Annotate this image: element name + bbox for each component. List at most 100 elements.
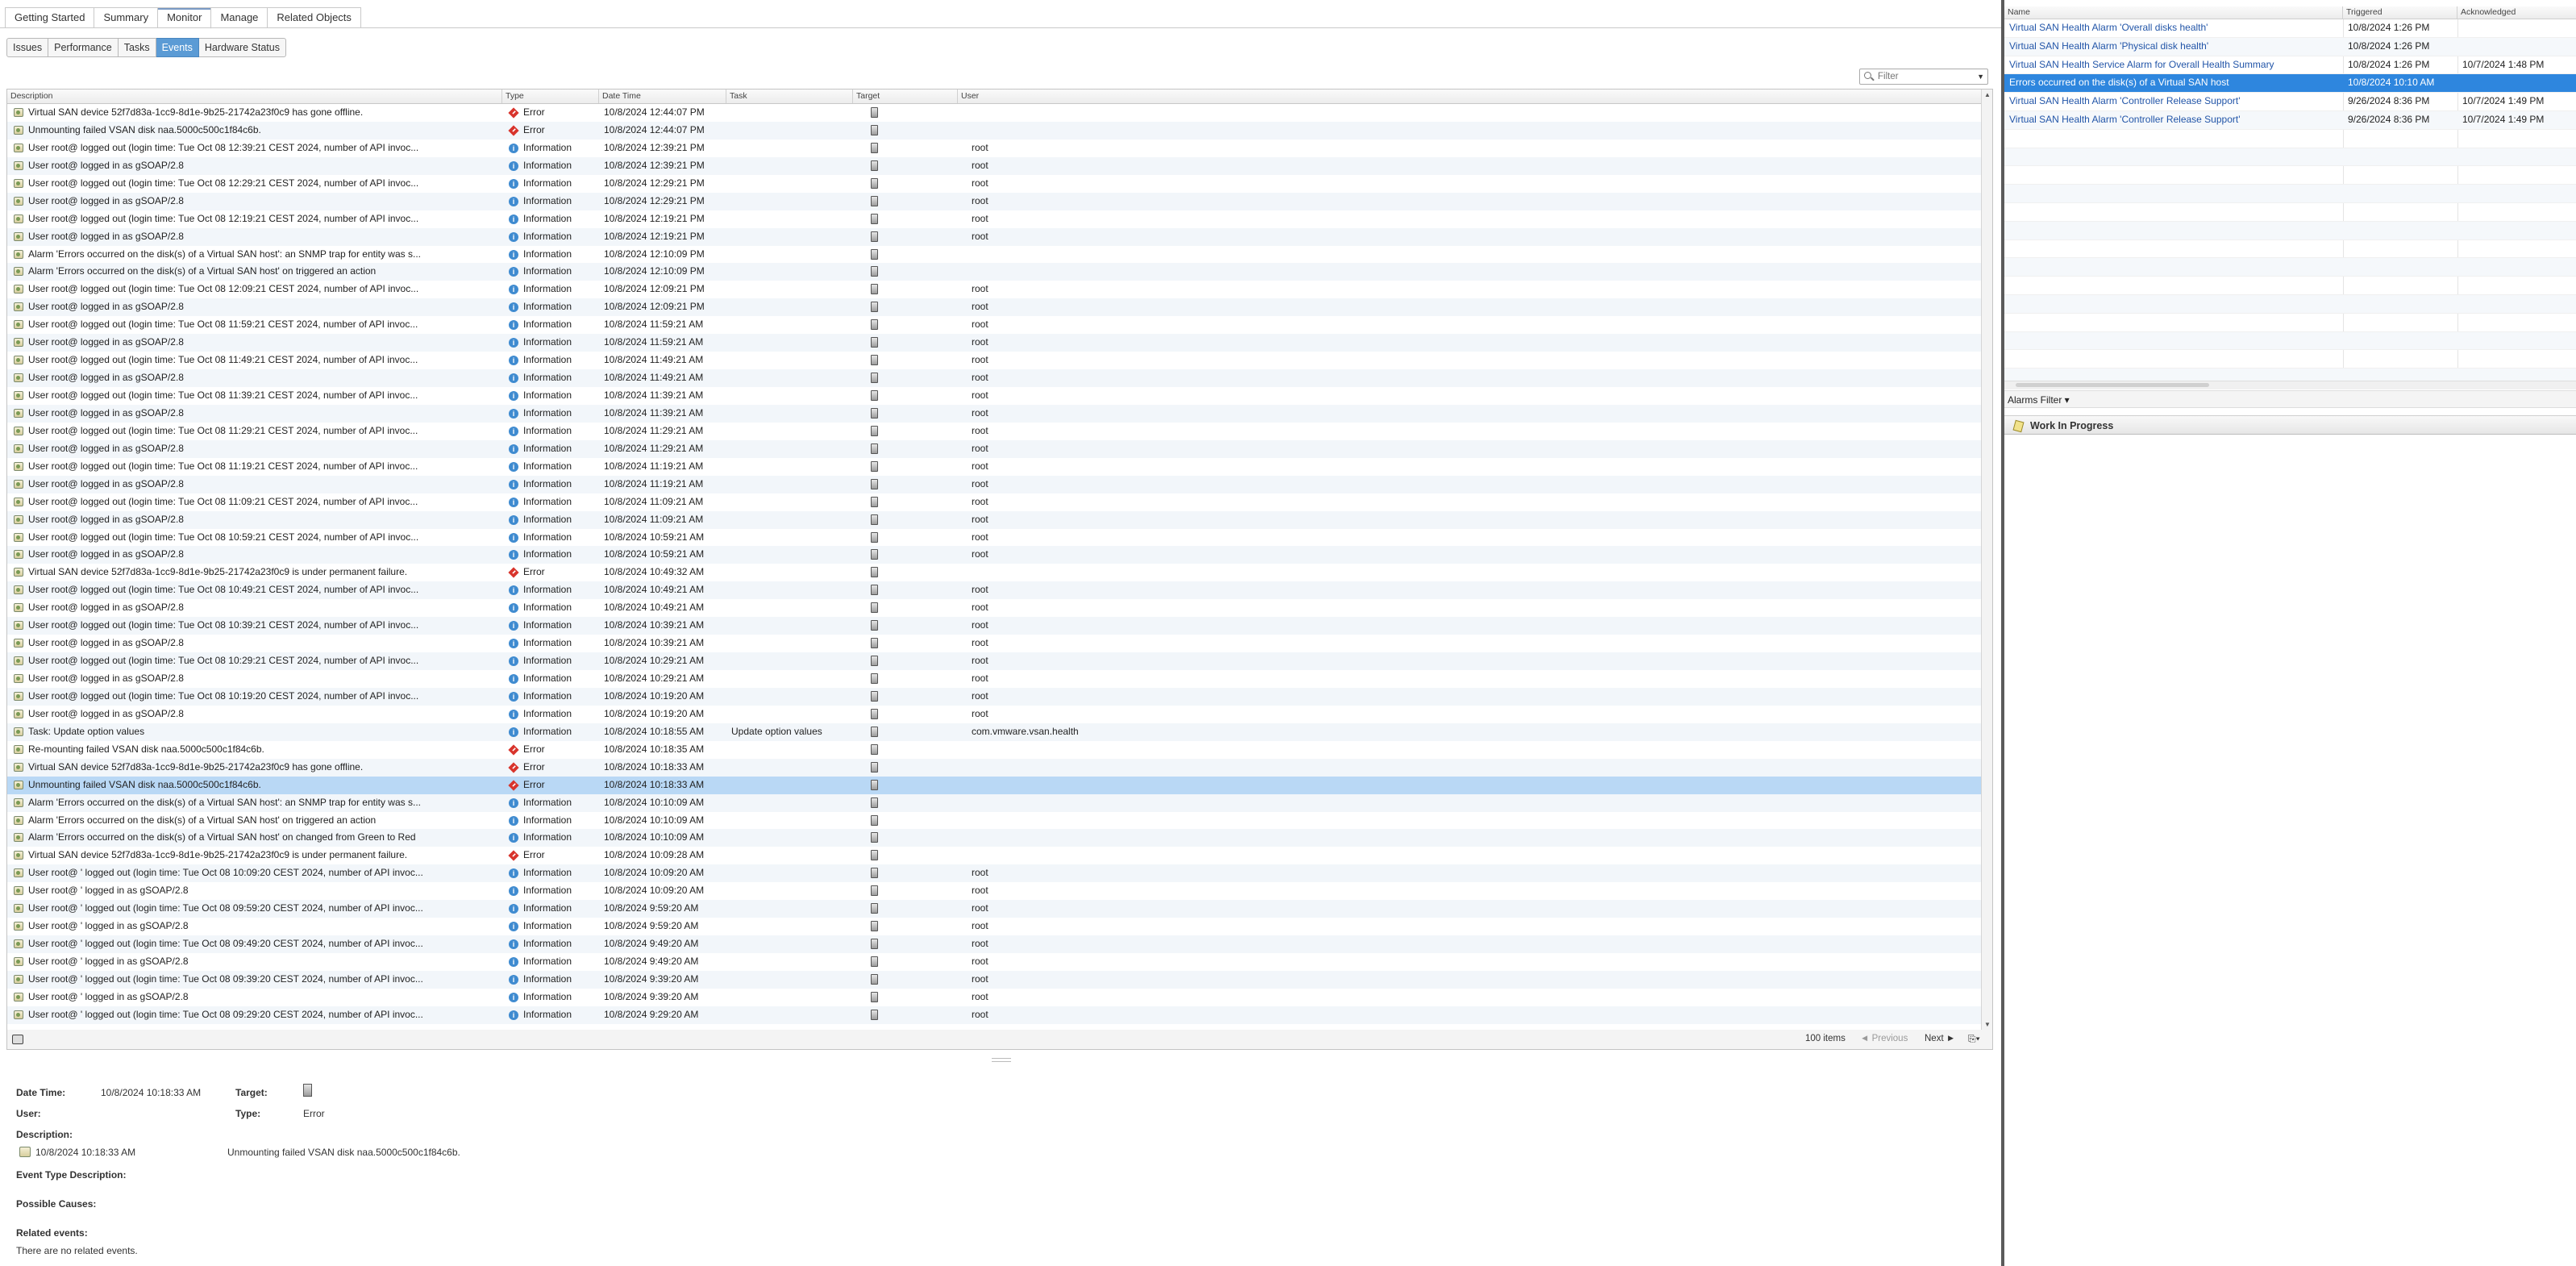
table-row[interactable]: User root@ logged out (login time: Tue O… [7, 210, 1981, 228]
alarm-row[interactable]: Virtual SAN Health Alarm 'Physical disk … [2004, 37, 2576, 56]
column-header-name[interactable]: Name [2004, 6, 2343, 19]
table-row[interactable]: User root@ logged in as gSOAP/2.8 i Inform… [7, 334, 1981, 352]
table-row[interactable]: User root@ logged out (login time: Tue O… [7, 581, 1981, 600]
table-row[interactable]: User root@ logged in as gSOAP/2.8 i Inform… [7, 599, 1981, 617]
host-icon[interactable] [871, 761, 878, 773]
table-row[interactable]: User root@ ' logged in as gSOAP/2.8 i Info… [7, 989, 1981, 1006]
host-icon[interactable] [871, 921, 878, 932]
table-row[interactable]: User root@ logged in as gSOAP/2.8 i Inform… [7, 192, 1981, 210]
column-header-type[interactable]: Type [502, 90, 599, 103]
alarms-scrollbar[interactable] [2004, 381, 2576, 389]
table-row[interactable]: User root@ ' logged out (login time: Tue… [7, 1006, 1981, 1024]
scroll-up-icon[interactable]: ▲ [1984, 91, 1991, 98]
host-icon[interactable] [871, 407, 878, 419]
table-row[interactable]: User root@ ' logged out (login time: Tue… [7, 864, 1981, 883]
table-row[interactable]: User root@ logged in as gSOAP/2.8 i Inform… [7, 227, 1981, 246]
host-icon[interactable] [871, 797, 878, 808]
table-row[interactable]: User root@ ' logged in as gSOAP/2.8 i Info… [7, 918, 1981, 935]
host-icon[interactable] [871, 549, 878, 560]
column-header-acknowledged[interactable]: Acknowledged [2457, 6, 2576, 19]
table-row[interactable]: User root@ logged out (login time: Tue O… [7, 617, 1981, 635]
events-scrollbar[interactable]: ▲ ▼ [1981, 90, 1992, 1030]
table-row[interactable]: User root@ logged out (login time: Tue O… [7, 458, 1981, 476]
column-header-task[interactable]: Task [726, 90, 853, 103]
host-icon[interactable] [871, 319, 878, 331]
previous-page-button[interactable]: ◄ Previous [1860, 1034, 1908, 1043]
scroll-down-icon[interactable]: ▼ [1984, 1021, 1991, 1028]
table-row[interactable]: User root@ logged in as gSOAP/2.8 i Inform… [7, 510, 1981, 529]
subtab-events[interactable]: Events [156, 38, 199, 57]
host-icon[interactable] [871, 302, 878, 313]
table-row[interactable]: Alarm 'Errors occurred on the disk(s) of… [7, 793, 1981, 812]
column-header-target[interactable]: Target [853, 90, 958, 103]
host-icon[interactable] [871, 337, 878, 348]
host-icon[interactable] [871, 973, 878, 985]
host-icon[interactable] [871, 425, 878, 436]
host-icon[interactable] [871, 602, 878, 614]
host-icon[interactable] [871, 373, 878, 384]
table-row[interactable]: User root@ logged in as gSOAP/2.8 i Inform… [7, 546, 1981, 564]
filter-box[interactable]: ▼ [1859, 69, 1988, 85]
alarm-row[interactable]: Virtual SAN Health Service Alarm for Ove… [2004, 56, 2576, 75]
host-icon[interactable] [871, 850, 878, 861]
host-icon[interactable] [871, 567, 878, 578]
table-row[interactable]: User root@ logged out (login time: Tue O… [7, 493, 1981, 511]
table-row[interactable]: Alarm 'Errors occurred on the disk(s) of… [7, 812, 1981, 830]
table-row[interactable]: Alarm 'Errors occurred on the disk(s) of… [7, 829, 1981, 847]
host-icon[interactable] [871, 991, 878, 1002]
table-row[interactable]: User root@ logged in as gSOAP/2.8 i Inform… [7, 298, 1981, 317]
host-icon[interactable] [871, 620, 878, 631]
host-icon[interactable] [871, 1009, 878, 1020]
table-row[interactable]: User root@ ' logged in as gSOAP/2.8 i Info… [7, 882, 1981, 900]
table-row[interactable]: User root@ logged in as gSOAP/2.8 i Inform… [7, 475, 1981, 493]
table-row[interactable]: User root@ logged in as gSOAP/2.8 i Inform… [7, 706, 1981, 723]
host-icon[interactable] [871, 231, 878, 242]
table-row[interactable]: User root@ logged out (login time: Tue O… [7, 529, 1981, 547]
host-icon[interactable] [871, 478, 878, 489]
table-row[interactable]: Task: Update option values i Information 10… [7, 723, 1981, 741]
alarm-name[interactable]: Errors occurred on the disk(s) of a Virt… [2004, 74, 2343, 92]
table-row[interactable]: User root@ logged in as gSOAP/2.8 i Inform… [7, 156, 1981, 175]
host-icon[interactable] [871, 124, 878, 135]
host-icon[interactable] [871, 177, 878, 189]
alarm-row[interactable]: Errors occurred on the disk(s) of a Virt… [2004, 74, 2576, 94]
table-row[interactable]: Virtual SAN device 52f7d83a-1cc9-8d1e-9b… [7, 847, 1981, 864]
host-icon[interactable] [303, 1084, 312, 1097]
host-icon[interactable] [871, 195, 878, 206]
host-icon[interactable] [871, 355, 878, 366]
alarm-row[interactable]: Virtual SAN Health Alarm 'Overall disks … [2004, 19, 2576, 38]
column-header-description[interactable]: Description [7, 90, 502, 103]
alarms-filter-button[interactable]: Alarms Filter ▾ [2004, 390, 2576, 408]
export-icon[interactable]: ⎘▾ [1968, 1033, 1980, 1045]
chevron-down-icon[interactable]: ▼ [1977, 73, 1984, 81]
table-row[interactable]: Alarm 'Errors occurred on the disk(s) of… [7, 263, 1981, 281]
host-icon[interactable] [871, 726, 878, 737]
table-row[interactable]: User root@ logged out (login time: Tue O… [7, 652, 1981, 670]
host-icon[interactable] [871, 213, 878, 224]
column-header-user[interactable]: User [958, 90, 1981, 103]
host-icon[interactable] [871, 885, 878, 897]
next-page-button[interactable]: Next ► [1925, 1034, 1955, 1043]
table-row[interactable]: User root@ logged in as gSOAP/2.8 i Inform… [7, 670, 1981, 688]
subtab-tasks[interactable]: Tasks [118, 38, 156, 57]
host-icon[interactable] [871, 656, 878, 667]
table-row[interactable]: User root@ ' logged in as gSOAP/2.8 i Info… [7, 953, 1981, 971]
tab-related-objects[interactable]: Related Objects [268, 7, 361, 28]
work-in-progress-header[interactable]: Work In Progress [2004, 415, 2576, 435]
host-icon[interactable] [871, 832, 878, 843]
host-icon[interactable] [871, 496, 878, 507]
host-icon[interactable] [871, 638, 878, 649]
host-icon[interactable] [871, 690, 878, 702]
table-row[interactable]: User root@ logged out (login time: Tue O… [7, 687, 1981, 706]
table-row[interactable]: User root@ logged out (login time: Tue O… [7, 175, 1981, 193]
table-row[interactable]: User root@ logged out (login time: Tue O… [7, 316, 1981, 334]
host-icon[interactable] [871, 939, 878, 950]
host-icon[interactable] [871, 903, 878, 914]
tab-monitor[interactable]: Monitor [158, 7, 212, 29]
alarm-row[interactable]: Virtual SAN Health Alarm 'Controller Rel… [2004, 110, 2576, 130]
column-header-triggered[interactable]: Triggered [2343, 6, 2457, 19]
tab-summary[interactable]: Summary [94, 7, 159, 28]
alarm-name[interactable]: Virtual SAN Health Alarm 'Overall disks … [2004, 19, 2343, 37]
host-icon[interactable] [871, 514, 878, 525]
scrollbar-thumb[interactable] [2016, 383, 2209, 387]
